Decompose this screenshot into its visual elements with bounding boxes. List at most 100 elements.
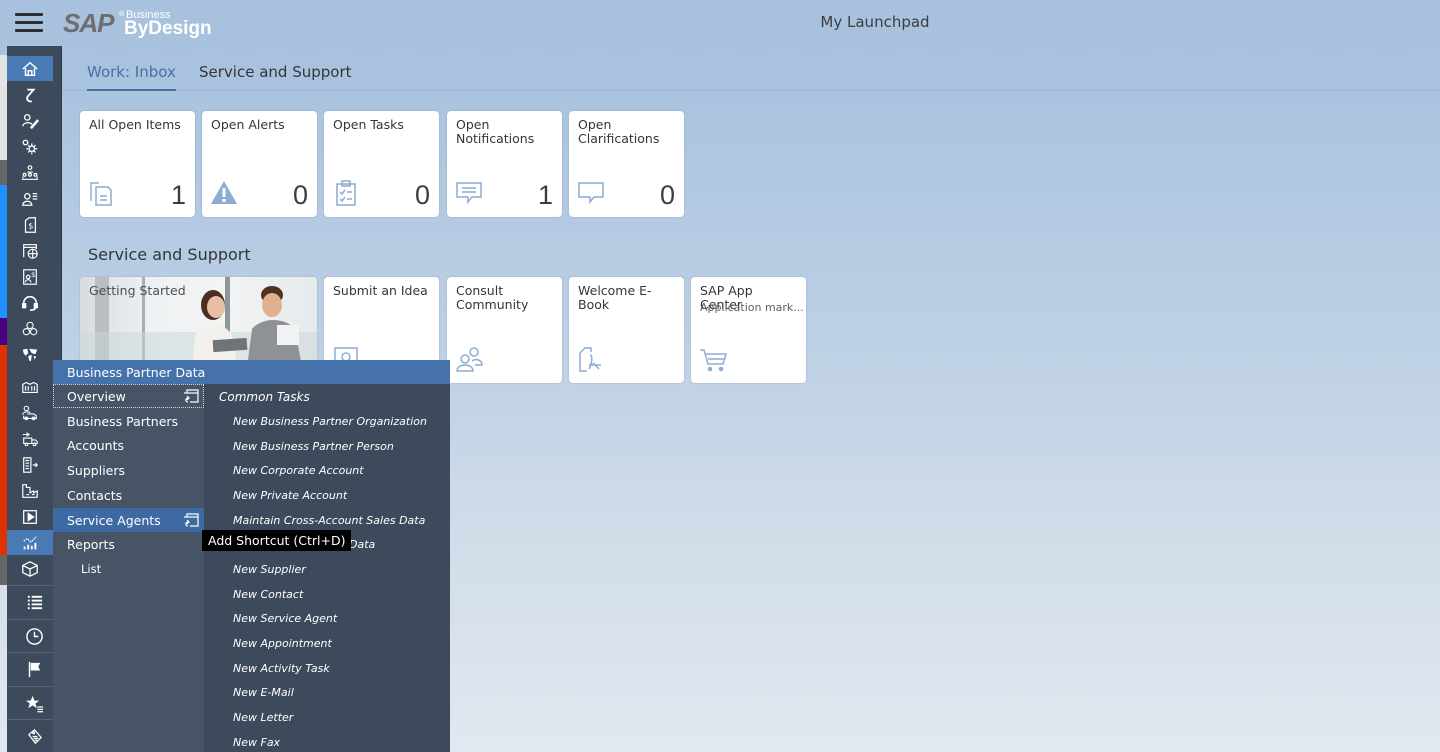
header-bar: SAP ® Business ByDesign My Launchpad <box>0 0 1440 46</box>
tile-welcome-ebook[interactable]: Welcome E-Book <box>569 277 684 383</box>
flyout-item-label: Service Agents <box>67 512 161 528</box>
tile-open-tasks[interactable]: Open Tasks 0 <box>324 111 439 217</box>
tile-title: Getting Started <box>89 283 186 298</box>
add-shortcut-tooltip: Add Shortcut (Ctrl+D) <box>202 530 352 551</box>
task-link[interactable]: New Business Partner Organization <box>233 415 427 428</box>
sidebar-person-truck-icon[interactable] <box>7 400 53 425</box>
sidebar-map-icon[interactable] <box>7 342 53 367</box>
sidebar-refresh-arrow-icon[interactable] <box>7 82 53 107</box>
tab-service-and-support[interactable]: Service and Support <box>199 63 352 89</box>
task-link[interactable]: New Letter <box>233 711 293 724</box>
tile-count: 1 <box>170 180 186 210</box>
section-title-service-support: Service and Support <box>88 245 251 264</box>
sidebar-calendar-globe-icon[interactable] <box>7 238 53 263</box>
task-link[interactable]: New E-Mail <box>233 686 294 699</box>
flyout-item-label: Overview <box>67 389 126 404</box>
tab-work-inbox[interactable]: Work: Inbox <box>87 63 176 91</box>
task-link[interactable]: Data <box>349 538 375 551</box>
tile-open-notifications[interactable]: Open Notifications 1 <box>447 111 562 217</box>
group-icon <box>455 345 483 373</box>
tile-count: 0 <box>659 180 675 210</box>
sidebar-cubes-icon[interactable] <box>7 316 53 341</box>
task-link[interactable]: New Appointment <box>233 637 332 650</box>
pdf-icon <box>577 345 605 373</box>
flyout-item-service-agents[interactable]: Service Agents <box>53 507 204 532</box>
comment-icon <box>577 179 605 207</box>
sidebar-headset-icon[interactable] <box>7 290 53 315</box>
flyout-item-label: Business Partners <box>67 413 179 429</box>
task-clipboard-icon <box>332 179 360 207</box>
task-link[interactable]: New Business Partner Person <box>233 440 394 453</box>
task-link[interactable]: New Corporate Account <box>233 464 364 477</box>
flyout-header[interactable]: Business Partner Data <box>53 360 450 384</box>
tile-title: Open Notifications <box>456 117 535 146</box>
tile-count: 1 <box>537 180 553 210</box>
tile-count: 0 <box>292 180 308 210</box>
flyout-item-label: Accounts <box>67 438 124 454</box>
work-center-color-strip <box>0 55 7 160</box>
sidebar-play-icon[interactable] <box>7 504 53 529</box>
sidebar-invoice-dollar-icon[interactable]: $ <box>7 212 53 237</box>
tile-sap-app-center[interactable]: SAP App Center Application mark... <box>691 277 806 383</box>
sidebar-user-list-icon[interactable] <box>7 186 53 211</box>
sidebar-building-arrow-icon[interactable] <box>7 452 53 477</box>
sidebar-org-hierarchy-icon[interactable] <box>7 160 53 185</box>
business-partner-data-flyout: Business Partner Data Overview Business … <box>53 360 450 752</box>
flyout-item-reports[interactable]: Reports <box>53 532 204 556</box>
tile-all-open-items[interactable]: All Open Items 1 <box>80 111 195 217</box>
flyout-item-label: Suppliers <box>67 463 126 479</box>
tile-count: 0 <box>414 180 430 210</box>
flyout-item-label: List <box>81 562 102 576</box>
launchpad-tabs: Work: Inbox Service and Support <box>62 58 1440 91</box>
tile-title: Welcome E-Book <box>578 283 652 312</box>
cart-icon <box>699 345 728 373</box>
work-center-color-strip <box>0 160 7 185</box>
tile-open-clarifications[interactable]: Open Clarifications 0 <box>569 111 684 217</box>
sidebar-gears-icon[interactable] <box>7 134 53 159</box>
add-shortcut-icon[interactable] <box>183 512 199 527</box>
flyout-item-accounts[interactable]: Accounts <box>53 433 204 457</box>
flyout-item-label: Reports <box>67 537 115 553</box>
sidebar-user-edit-icon[interactable] <box>7 108 53 133</box>
sidebar-employee-dollar-icon[interactable]: $ <box>7 264 53 289</box>
flyout-item-suppliers[interactable]: Suppliers <box>53 458 204 482</box>
flyout-item-overview[interactable]: Overview <box>53 384 204 408</box>
tile-title: Consult Community <box>456 283 529 312</box>
work-center-color-strip <box>0 185 7 318</box>
sidebar-production-icon[interactable] <box>7 478 53 503</box>
message-icon <box>455 179 483 207</box>
page-title: My Launchpad <box>820 13 930 31</box>
flyout-item-label: Contacts <box>67 487 123 503</box>
work-center-color-strip <box>0 555 7 585</box>
common-tasks-heading: Common Tasks <box>219 390 310 404</box>
tile-title: Open Tasks <box>333 117 404 132</box>
sidebar-box-icon[interactable] <box>7 556 53 581</box>
add-shortcut-icon[interactable] <box>183 389 199 403</box>
sidebar-factory-icon[interactable] <box>7 374 53 399</box>
task-link[interactable]: Maintain Cross-Account Sales Data <box>233 514 425 527</box>
task-link[interactable]: New Fax <box>233 736 280 749</box>
svg-text:$: $ <box>31 270 36 279</box>
task-link[interactable]: New Activity Task <box>233 662 330 675</box>
tile-open-alerts[interactable]: Open Alerts 0 <box>202 111 317 217</box>
task-link[interactable]: New Service Agent <box>233 612 337 625</box>
tile-title: Open Clarifications <box>578 117 660 146</box>
flyout-item-list[interactable]: List <box>53 557 204 581</box>
sidebar-analytics-icon[interactable] <box>7 530 53 555</box>
task-link[interactable]: New Private Account <box>233 489 347 502</box>
sidebar-delivery-truck-icon[interactable] <box>7 426 53 451</box>
sidebar-home-icon[interactable] <box>7 56 53 81</box>
tile-title: Submit an Idea <box>333 283 428 298</box>
svg-text:$: $ <box>28 220 33 230</box>
tile-consult-community[interactable]: Consult Community <box>447 277 562 383</box>
flyout-item-contacts[interactable]: Contacts <box>53 483 204 507</box>
task-link[interactable]: New Supplier <box>233 563 306 576</box>
work-center-color-strip <box>0 345 7 555</box>
task-link[interactable]: New Contact <box>233 588 303 601</box>
work-center-color-strip <box>0 318 7 345</box>
documents-icon <box>88 179 116 207</box>
tile-title: Open Alerts <box>211 117 285 132</box>
flyout-item-business-partners[interactable]: Business Partners <box>53 409 204 433</box>
tile-title: All Open Items <box>89 117 181 132</box>
flyout-views-list: Overview Business Partners Accounts Supp… <box>53 384 204 752</box>
